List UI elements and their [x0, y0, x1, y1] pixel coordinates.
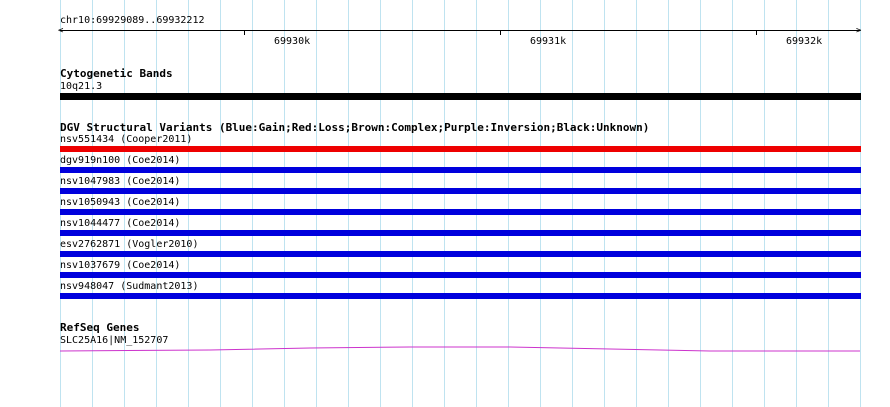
refseq-gene-model — [59, 346, 860, 352]
genome-browser-panel: chr10:69929089..69932212 < > 69930k 6993… — [0, 0, 890, 407]
refseq-gene-line[interactable] — [59, 346, 860, 352]
